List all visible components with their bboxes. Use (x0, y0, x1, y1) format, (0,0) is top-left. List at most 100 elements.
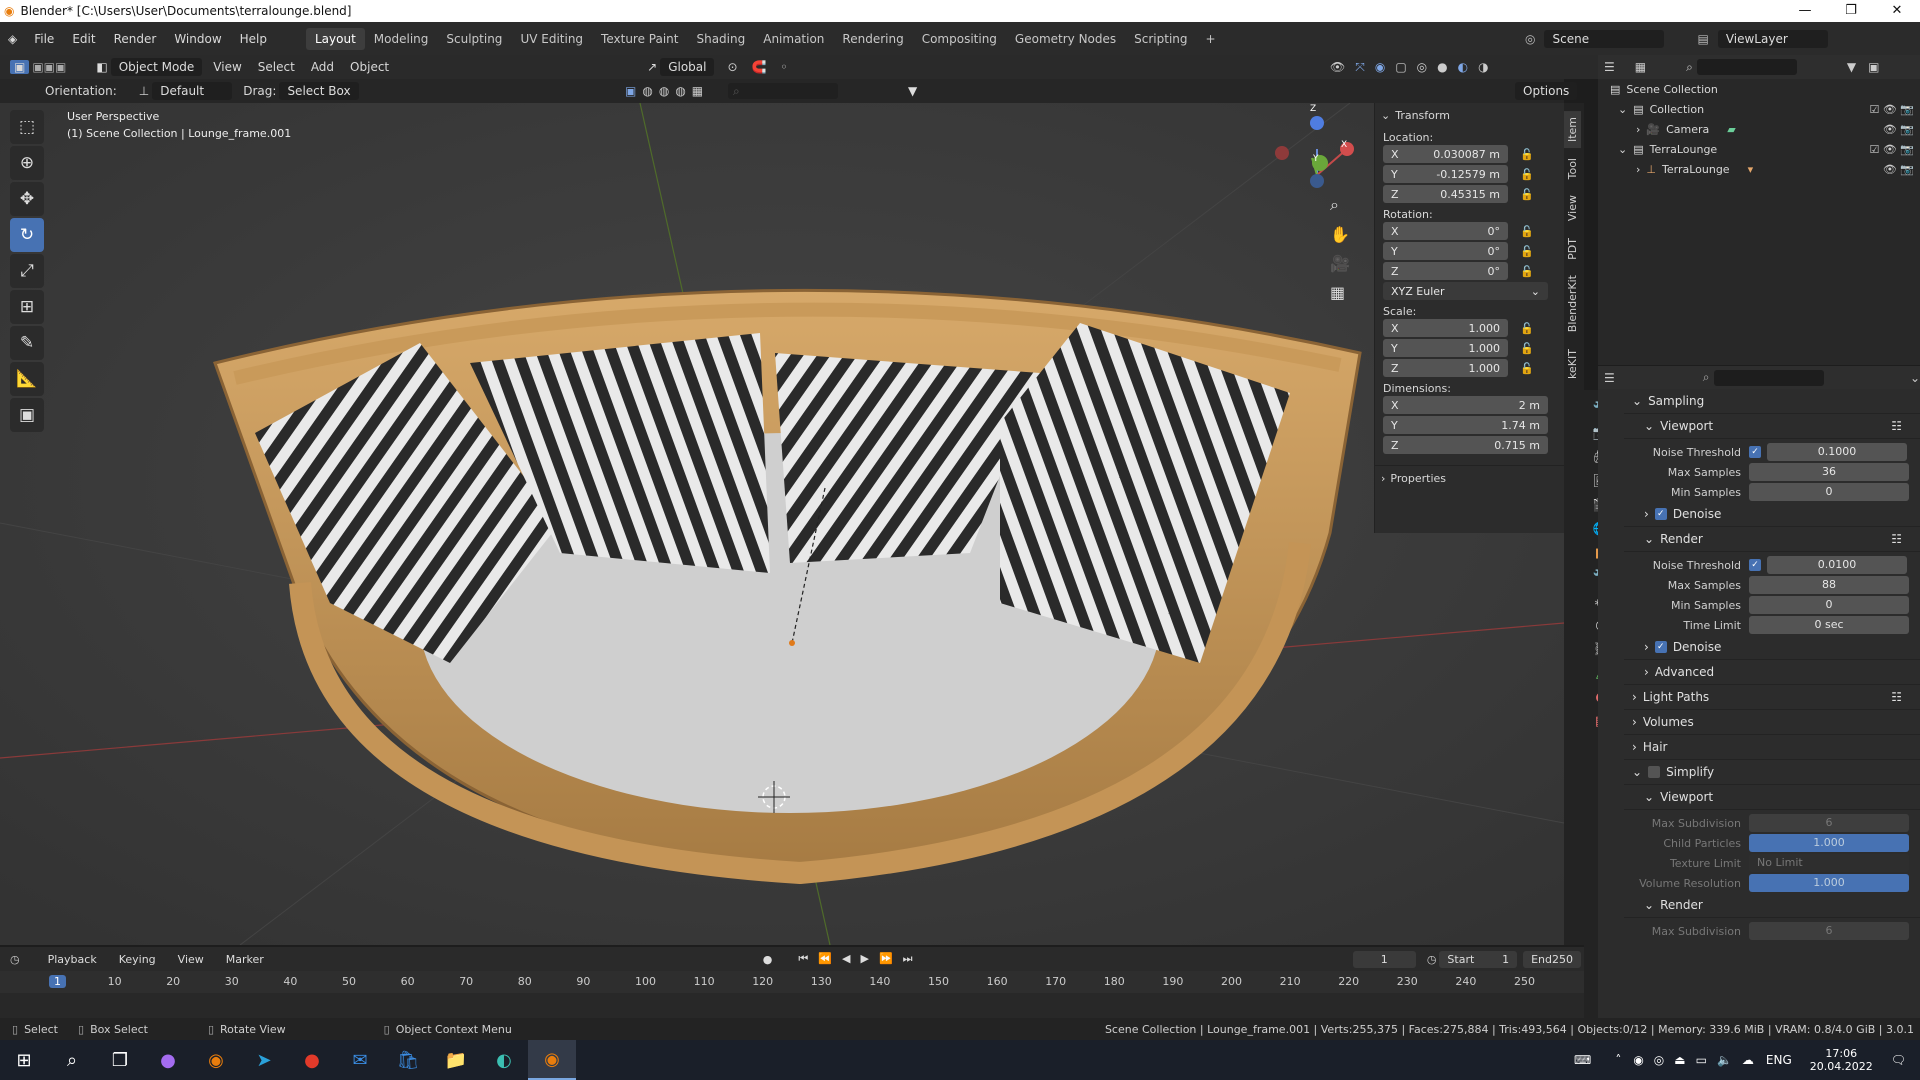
lock-icon[interactable]: 🔓 (1520, 265, 1534, 278)
hdri-sphere-icon[interactable]: ◍ (675, 84, 685, 98)
scale-y-field[interactable]: Y 1.000 (1383, 339, 1508, 357)
checkbox-icon[interactable]: ☑ (1869, 143, 1879, 156)
jump-start-icon[interactable]: ⏮ (798, 952, 808, 966)
render-max-samples-field[interactable]: 88 (1749, 576, 1909, 594)
hair-section[interactable]: › Hair (1624, 735, 1920, 760)
dimensions-x-field[interactable]: X 2 m (1383, 396, 1548, 414)
timeline-editor-icon[interactable]: ◷ (10, 953, 20, 966)
snap-icon[interactable]: 🧲 (752, 60, 767, 74)
timeline-track-area[interactable] (0, 993, 1584, 1019)
extend-mode-icon[interactable]: ▣▣▣ (32, 60, 66, 74)
notifications-icon[interactable]: 🗨 (1891, 1053, 1906, 1067)
camera-render-icon[interactable]: 📷 (1900, 123, 1914, 136)
tray-app-icon[interactable]: ◉ (1633, 1053, 1643, 1067)
tab-tool[interactable]: Tool (1564, 152, 1581, 185)
onedrive-icon[interactable]: ☁ (1742, 1053, 1754, 1067)
blender-menu-icon[interactable]: ◈ (0, 32, 25, 46)
close-button[interactable]: ✕ (1874, 0, 1920, 22)
location-x-field[interactable]: X 0.030087 m (1383, 145, 1508, 163)
scale-tool-icon[interactable]: ⤢ (10, 254, 44, 288)
jump-keyframe-forward-icon[interactable]: ⏩ (879, 952, 893, 966)
list-icon[interactable]: ☷ (1891, 419, 1902, 433)
lock-icon[interactable]: 🔓 (1520, 225, 1534, 238)
menu-window[interactable]: Window (165, 32, 230, 46)
asset-search-input[interactable] (728, 83, 838, 99)
proportional-edit-icon[interactable]: ◦ (781, 60, 788, 74)
eye-icon[interactable]: 👁 (1883, 163, 1897, 176)
edge-browser-icon[interactable]: ◐ (480, 1040, 528, 1080)
frame-ruler[interactable]: 1 10 20 30 40 50 60 70 80 90 100 110 120 130 140 150 160… (0, 971, 1584, 993)
location-z-field[interactable]: Z 0.45315 m (1383, 185, 1508, 203)
assistant-app-icon[interactable]: ● (144, 1040, 192, 1080)
menu-render[interactable]: Render (105, 32, 166, 46)
render-min-samples-field[interactable]: 0 (1749, 596, 1909, 614)
viewport-noise-threshold-checkbox[interactable]: ✓ (1749, 446, 1761, 458)
list-icon[interactable]: ☷ (1891, 690, 1902, 704)
record-icon[interactable]: ● (763, 953, 773, 966)
view-layer-selector[interactable]: ViewLayer (1717, 29, 1828, 48)
store-app-icon[interactable]: 🛍 (384, 1040, 432, 1080)
simplify-checkbox[interactable] (1648, 766, 1661, 778)
drag-dropdown[interactable]: Select Box (279, 82, 359, 100)
grid-icon[interactable]: ▦ (692, 84, 703, 98)
telegram-app-icon[interactable]: ➤ (240, 1040, 288, 1080)
clock-date[interactable]: 20.04.2022 (1810, 1060, 1873, 1073)
clock-time[interactable]: 17:06 (1825, 1047, 1857, 1060)
file-explorer-icon[interactable]: 📁 (432, 1040, 480, 1080)
overlay-toggle-icon[interactable]: ◉ (1375, 60, 1385, 75)
usb-icon[interactable]: ⏏ (1674, 1053, 1685, 1067)
object-menu[interactable]: Object (342, 58, 397, 76)
select-box-tool-icon[interactable]: ⬚ (10, 110, 44, 144)
dimensions-z-field[interactable]: Z 0.715 m (1383, 436, 1548, 454)
lock-icon[interactable]: 🔓 (1520, 322, 1534, 335)
tab-sculpting[interactable]: Sculpting (437, 28, 511, 50)
move-tool-icon[interactable]: ✥ (10, 182, 44, 216)
options-dropdown[interactable]: Options (1515, 82, 1578, 100)
pin-icon[interactable]: ⌄ (1910, 371, 1920, 385)
viewport-min-samples-field[interactable]: 0 (1749, 483, 1909, 501)
filter-icon[interactable]: ▼ (908, 84, 917, 98)
render-max-subdivision-field[interactable]: 6 (1749, 922, 1909, 940)
gizmo-z-label[interactable]: Z (1310, 104, 1316, 114)
display-mode-icon[interactable]: ▦ (1635, 60, 1646, 74)
blender-app-icon[interactable]: ◉ (192, 1040, 240, 1080)
task-view-icon[interactable]: ❐ (96, 1040, 144, 1080)
jump-end-icon[interactable]: ⏭ (903, 952, 913, 966)
play-icon[interactable]: ▶ (860, 952, 868, 966)
play-reverse-icon[interactable]: ◀ (842, 952, 850, 966)
measure-tool-icon[interactable]: 📐 (10, 362, 44, 396)
checkbox-icon[interactable]: ☑ (1869, 103, 1879, 116)
rotation-x-field[interactable]: X 0° (1383, 222, 1508, 240)
render-denoise-checkbox[interactable]: ✓ (1654, 641, 1667, 653)
mode-dropdown[interactable]: Object Mode (110, 58, 203, 76)
current-frame-field[interactable]: 1 (1352, 950, 1416, 968)
simplify-section[interactable]: ⌄ Simplify (1624, 760, 1920, 785)
lock-icon[interactable]: 🔓 (1520, 245, 1534, 258)
time-limit-field[interactable]: 0 sec (1749, 616, 1909, 634)
tab-blenderkit[interactable]: BlenderKit (1564, 269, 1581, 338)
camera-render-icon[interactable]: 📷 (1900, 143, 1914, 156)
scene-selector[interactable]: Scene (1544, 29, 1665, 48)
transform-panel-header[interactable]: ⌄ Transform (1375, 103, 1564, 127)
tab-rendering[interactable]: Rendering (833, 28, 912, 50)
orientation-dropdown[interactable]: Default (152, 82, 233, 100)
end-frame-field[interactable]: End 250 (1523, 950, 1581, 968)
properties-panel-header[interactable]: › Properties (1375, 465, 1564, 491)
gizmo-toggle-icon[interactable]: ⤧ (1355, 60, 1365, 75)
select-menu[interactable]: Select (250, 58, 303, 76)
xray-icon[interactable]: ▢ (1395, 60, 1406, 75)
steam-icon[interactable]: ◎ (1654, 1053, 1664, 1067)
select-mode-icon[interactable]: ▣ (10, 60, 30, 74)
annotate-tool-icon[interactable]: ✎ (10, 326, 44, 360)
texture-limit-dropdown[interactable]: No Limit (1749, 854, 1909, 872)
tray-expand-icon[interactable]: ˄ (1615, 1053, 1621, 1067)
marker-menu[interactable]: Marker (218, 951, 272, 968)
simplify-render-subsection[interactable]: ⌄ Render (1624, 893, 1920, 918)
viewport-denoise-subsection[interactable]: › ✓ Denoise (1624, 502, 1920, 527)
add-menu[interactable]: Add (303, 58, 342, 76)
camera-view-icon[interactable]: 🎥 (1330, 254, 1350, 273)
light-paths-section[interactable]: › Light Paths ☷ (1624, 685, 1920, 710)
rotation-z-field[interactable]: Z 0° (1383, 262, 1508, 280)
tab-scripting[interactable]: Scripting (1125, 28, 1196, 50)
shading-wireframe-icon[interactable]: ◎ (1417, 60, 1427, 75)
